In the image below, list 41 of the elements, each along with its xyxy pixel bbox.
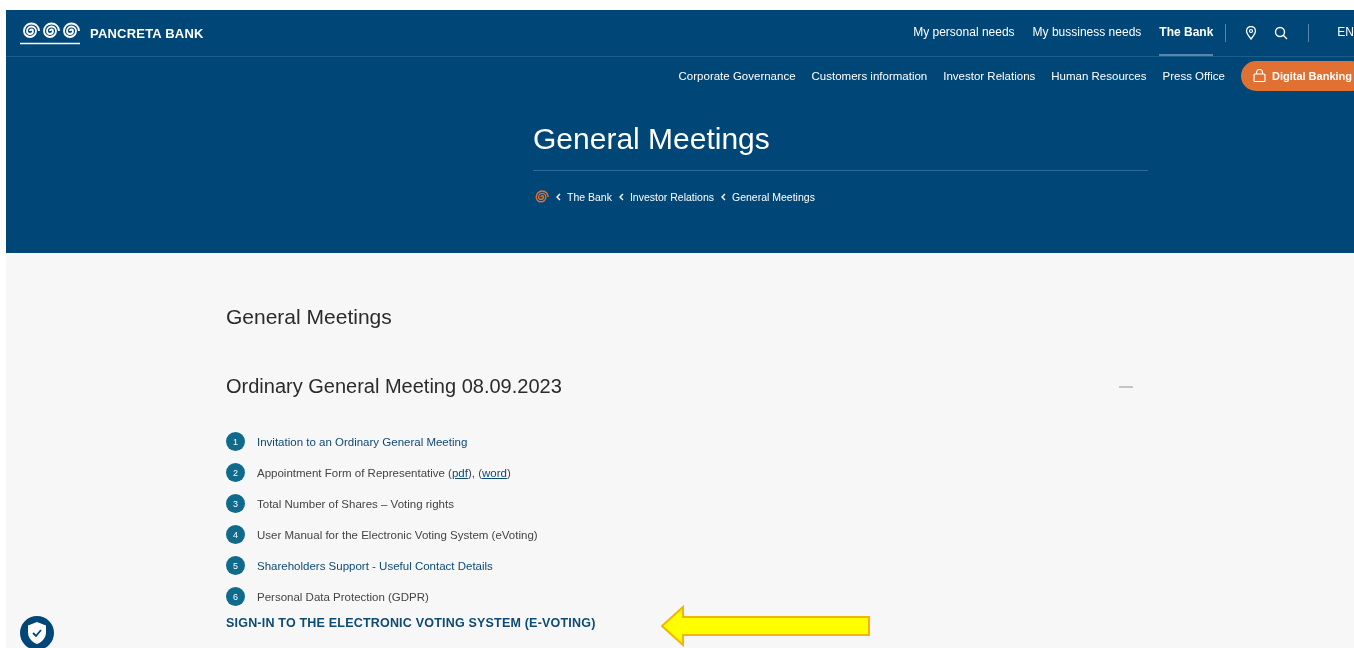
- document-link[interactable]: Invitation to an Ordinary General Meeting: [257, 435, 468, 448]
- step-number: 1: [226, 432, 245, 451]
- breadcrumb-link[interactable]: The Bank: [567, 191, 612, 203]
- breadcrumb-link[interactable]: General Meetings: [732, 191, 815, 203]
- chevron-left-icon: [720, 193, 726, 201]
- pointer-arrow-icon: [661, 605, 871, 647]
- download-link[interactable]: pdf: [451, 466, 468, 479]
- step-number: 5: [226, 556, 245, 575]
- location-pin-icon[interactable]: [1244, 26, 1259, 40]
- evoting-sign-in-link[interactable]: SIGN-IN TO THE ELECTRONIC VOTING SYSTEM (E-VOTING): [226, 616, 596, 630]
- document-text: Appointment Form of Representative (pdf), (word): [257, 466, 511, 479]
- chevron-left-icon: [555, 193, 561, 201]
- privacy-shield-icon[interactable]: [19, 615, 55, 648]
- step-number: 6: [226, 587, 245, 606]
- document-link[interactable]: Shareholders Support - Useful Contact Details: [257, 559, 493, 572]
- chevron-left-icon: [617, 193, 624, 201]
- top-nav-link[interactable]: My bussiness needs: [1032, 10, 1142, 56]
- document-text: Total Number of Shares – Voting rights: [257, 497, 454, 510]
- breadcrumb-link[interactable]: Investor Relations: [629, 191, 714, 203]
- lock-icon: [1252, 69, 1266, 82]
- meeting-title[interactable]: Ordinary General Meeting 08.09.2023: [226, 375, 562, 398]
- step-number: 4: [226, 525, 245, 544]
- section-nav-link[interactable]: Customers information: [811, 69, 928, 82]
- home-spiral-icon[interactable]: [533, 189, 549, 205]
- page-title: General Meetings: [533, 122, 1148, 171]
- language-selector[interactable]: EN: [1337, 10, 1354, 56]
- section-title: General Meetings: [226, 305, 393, 329]
- section-nav-link[interactable]: Investor Relations: [943, 69, 1036, 82]
- step-number: 2: [226, 463, 245, 482]
- search-icon[interactable]: [1274, 26, 1289, 40]
- top-nav-link[interactable]: The Bank: [1159, 10, 1214, 56]
- section-nav-link[interactable]: Press Office: [1162, 69, 1225, 82]
- section-nav-link[interactable]: Corporate Governance: [678, 69, 796, 82]
- step-number: 3: [226, 494, 245, 513]
- section-nav-link[interactable]: Human Resources: [1051, 69, 1147, 82]
- top-nav-link[interactable]: My personal needs: [913, 10, 1015, 56]
- bank-name: PANCRETA BANK: [90, 25, 204, 41]
- bank-logo-icon[interactable]: [20, 21, 80, 45]
- document-text: Personal Data Protection (GDPR): [257, 590, 429, 603]
- document-text: User Manual for the Electronic Voting System (eVoting): [257, 528, 538, 541]
- download-link[interactable]: word: [482, 466, 507, 479]
